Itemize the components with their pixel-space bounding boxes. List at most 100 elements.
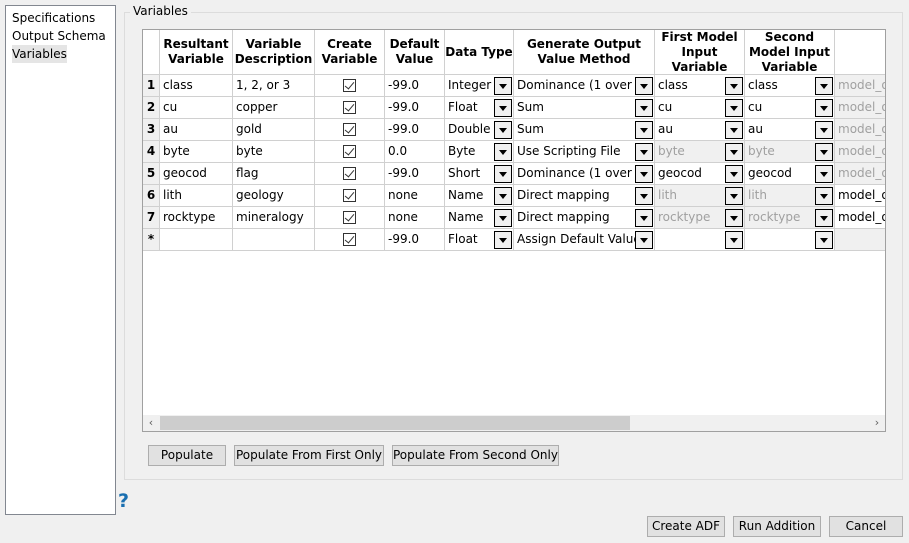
cell-resultant-variable[interactable]: byte — [160, 141, 233, 163]
dropdown-arrow-icon[interactable] — [725, 231, 743, 249]
create-variable-checkbox[interactable] — [343, 189, 356, 202]
cell-output-method[interactable]: Sum — [514, 119, 655, 141]
dropdown-arrow-icon[interactable] — [494, 165, 512, 183]
cell-default-value[interactable]: none — [385, 185, 445, 207]
cell-create-variable[interactable] — [315, 185, 385, 207]
column-header-data-type[interactable]: Data Type — [445, 30, 514, 75]
dropdown-arrow-icon[interactable] — [815, 231, 833, 249]
create-variable-checkbox[interactable] — [343, 101, 356, 114]
dropdown-arrow-icon[interactable] — [815, 121, 833, 139]
cell-default-value[interactable]: -99.0 — [385, 97, 445, 119]
cell-first-model-input[interactable]: class — [655, 75, 745, 97]
create-adf-button[interactable]: Create ADF — [647, 516, 725, 537]
cell-data-type[interactable]: Integer — [445, 75, 514, 97]
cell-default-value[interactable]: -99.0 — [385, 75, 445, 97]
column-header-row-number[interactable] — [143, 30, 160, 75]
cell-extra[interactable]: model_or — [835, 97, 885, 119]
create-variable-checkbox[interactable] — [343, 123, 356, 136]
cell-default-value[interactable]: 0.0 — [385, 141, 445, 163]
dropdown-arrow-icon[interactable] — [494, 143, 512, 161]
cell-first-model-input[interactable]: au — [655, 119, 745, 141]
cell-second-model-input[interactable]: byte — [745, 141, 835, 163]
cell-first-model-input[interactable] — [655, 229, 745, 251]
horizontal-scrollbar[interactable]: ‹ › — [143, 415, 885, 431]
cell-create-variable[interactable] — [315, 97, 385, 119]
nav-item-specifications[interactable]: Specifications — [8, 9, 115, 27]
cell-output-method[interactable]: Direct mapping — [514, 207, 655, 229]
cancel-button[interactable]: Cancel — [829, 516, 903, 537]
column-header-first-model-input[interactable]: First Model Input Variable — [655, 30, 745, 75]
column-header-default-value[interactable]: Default Value — [385, 30, 445, 75]
cell-create-variable[interactable] — [315, 119, 385, 141]
cell-first-model-input[interactable]: geocod — [655, 163, 745, 185]
create-variable-checkbox[interactable] — [343, 145, 356, 158]
cell-extra[interactable]: model_or — [835, 163, 885, 185]
dropdown-arrow-icon[interactable] — [494, 187, 512, 205]
cell-variable-description[interactable]: geology — [233, 185, 315, 207]
run-addition-button[interactable]: Run Addition — [733, 516, 821, 537]
cell-variable-description[interactable]: mineralogy — [233, 207, 315, 229]
column-header-output-method[interactable]: Generate Output Value Method — [514, 30, 655, 75]
cell-output-method[interactable]: Direct mapping — [514, 185, 655, 207]
cell-resultant-variable[interactable]: class — [160, 75, 233, 97]
dropdown-arrow-icon[interactable] — [815, 209, 833, 227]
dropdown-arrow-icon[interactable] — [635, 187, 653, 205]
cell-create-variable[interactable] — [315, 163, 385, 185]
create-variable-checkbox[interactable] — [343, 233, 356, 246]
cell-extra[interactable]: model_or — [835, 185, 885, 207]
dropdown-arrow-icon[interactable] — [494, 77, 512, 95]
create-variable-checkbox[interactable] — [343, 167, 356, 180]
nav-item-output-schema[interactable]: Output Schema — [8, 27, 115, 45]
dropdown-arrow-icon[interactable] — [815, 99, 833, 117]
cell-data-type[interactable]: Double — [445, 119, 514, 141]
dropdown-arrow-icon[interactable] — [635, 77, 653, 95]
column-header-extra[interactable] — [835, 30, 885, 75]
dropdown-arrow-icon[interactable] — [494, 231, 512, 249]
dropdown-arrow-icon[interactable] — [725, 121, 743, 139]
dropdown-arrow-icon[interactable] — [815, 77, 833, 95]
cell-resultant-variable[interactable]: au — [160, 119, 233, 141]
cell-first-model-input[interactable]: cu — [655, 97, 745, 119]
cell-default-value[interactable]: -99.0 — [385, 119, 445, 141]
cell-variable-description[interactable]: byte — [233, 141, 315, 163]
cell-first-model-input[interactable]: rocktype — [655, 207, 745, 229]
cell-data-type[interactable]: Byte — [445, 141, 514, 163]
cell-output-method[interactable]: Use Scripting File — [514, 141, 655, 163]
scrollbar-thumb[interactable] — [160, 416, 630, 430]
cell-second-model-input[interactable]: geocod — [745, 163, 835, 185]
dropdown-arrow-icon[interactable] — [635, 121, 653, 139]
dropdown-arrow-icon[interactable] — [815, 165, 833, 183]
cell-extra[interactable] — [835, 229, 885, 251]
dropdown-arrow-icon[interactable] — [725, 187, 743, 205]
dropdown-arrow-icon[interactable] — [635, 143, 653, 161]
nav-item-variables[interactable]: Variables — [8, 45, 115, 63]
dropdown-arrow-icon[interactable] — [494, 209, 512, 227]
variables-grid[interactable]: ‹ › Resultant Variable Variable Descripti… — [142, 29, 886, 432]
section-nav-list[interactable]: Specifications Output Schema Variables — [5, 5, 116, 515]
populate-button[interactable]: Populate — [148, 445, 226, 466]
help-icon[interactable]: ? — [118, 490, 129, 512]
dropdown-arrow-icon[interactable] — [725, 143, 743, 161]
cell-variable-description[interactable]: 1, 2, or 3 — [233, 75, 315, 97]
dropdown-arrow-icon[interactable] — [725, 77, 743, 95]
cell-default-value[interactable]: -99.0 — [385, 229, 445, 251]
cell-resultant-variable[interactable]: lith — [160, 185, 233, 207]
cell-second-model-input[interactable]: rocktype — [745, 207, 835, 229]
dropdown-arrow-icon[interactable] — [635, 209, 653, 227]
cell-variable-description[interactable]: copper — [233, 97, 315, 119]
column-header-create-variable[interactable]: Create Variable — [315, 30, 385, 75]
dropdown-arrow-icon[interactable] — [815, 143, 833, 161]
cell-data-type[interactable]: Name — [445, 185, 514, 207]
cell-resultant-variable[interactable] — [160, 229, 233, 251]
populate-from-second-button[interactable]: Populate From Second Only — [392, 445, 559, 466]
dropdown-arrow-icon[interactable] — [725, 99, 743, 117]
cell-create-variable[interactable] — [315, 141, 385, 163]
cell-first-model-input[interactable]: byte — [655, 141, 745, 163]
cell-second-model-input[interactable] — [745, 229, 835, 251]
cell-resultant-variable[interactable]: cu — [160, 97, 233, 119]
cell-resultant-variable[interactable]: rocktype — [160, 207, 233, 229]
cell-second-model-input[interactable]: lith — [745, 185, 835, 207]
column-header-resultant-variable[interactable]: Resultant Variable — [160, 30, 233, 75]
cell-variable-description[interactable] — [233, 229, 315, 251]
cell-second-model-input[interactable]: class — [745, 75, 835, 97]
